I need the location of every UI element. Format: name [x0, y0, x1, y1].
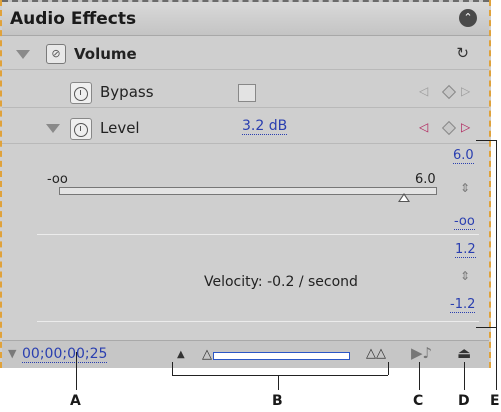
callout-line-a — [76, 352, 77, 390]
callout-line-e — [496, 140, 497, 390]
prev-keyframe-icon[interactable]: ◁ — [419, 120, 428, 134]
callout-line-b — [278, 375, 279, 390]
callout-line-b — [388, 362, 389, 375]
level-label: Level — [100, 119, 140, 137]
zoom-slider-track[interactable] — [213, 352, 350, 360]
graph-max-value: 6.0 — [453, 148, 474, 164]
divider — [37, 321, 479, 322]
callout-label-d: D — [458, 393, 470, 409]
level-value[interactable]: 3.2 dB — [242, 118, 288, 135]
prev-keyframe-icon[interactable]: ◁ — [419, 84, 428, 98]
bypass-checkbox[interactable] — [238, 84, 256, 102]
zoom-out-icon[interactable]: ▲ — [177, 349, 185, 360]
panel-header: Audio Effects ⌃ — [2, 0, 489, 36]
callout-line-e — [476, 327, 496, 328]
audio-effects-panel: Audio Effects ⌃ ⊘ Volume ↻ Bypass ◁ ▷ Le… — [0, 0, 491, 368]
play-audio-icon[interactable]: ▶♪ — [411, 344, 432, 362]
graph-min-value: -oo — [454, 214, 475, 230]
add-keyframe-icon[interactable] — [441, 84, 457, 100]
velocity-min-value: -1.2 — [450, 297, 476, 313]
timecode-display[interactable]: 00;00;00;25 — [22, 346, 108, 363]
callout-label-b: B — [272, 393, 283, 409]
callout-line-c — [419, 362, 420, 390]
timecode-marker-icon: ▼ — [8, 347, 17, 360]
velocity-spinner-icon[interactable]: ⇕ — [460, 269, 470, 283]
callout-line-e — [476, 140, 496, 141]
slider-min-label: -oo — [47, 172, 68, 187]
zoom-slider-thumb[interactable]: △ — [202, 347, 212, 362]
fx-toggle-icon[interactable]: ⊘ — [46, 44, 66, 64]
export-icon[interactable]: ⏏ — [457, 344, 471, 362]
next-keyframe-icon[interactable]: ▷ — [461, 84, 470, 98]
velocity-max-value: 1.2 — [455, 242, 476, 258]
panel-title: Audio Effects — [10, 9, 137, 29]
divider — [37, 234, 479, 235]
effect-name: Volume — [74, 45, 137, 63]
zoom-in-icon[interactable]: △△ — [366, 346, 386, 361]
effect-row-volume: ⊘ Volume ↻ — [2, 38, 489, 70]
value-spinner-icon[interactable]: ⇕ — [460, 181, 470, 195]
property-row-bypass: Bypass ◁ ▷ — [2, 76, 489, 108]
bypass-label: Bypass — [100, 83, 154, 101]
collapse-panel-icon[interactable]: ⌃ — [459, 9, 477, 27]
callout-line-b — [172, 362, 173, 375]
callout-label-a: A — [70, 393, 81, 409]
reset-icon[interactable]: ↻ — [456, 44, 469, 62]
callout-line-b — [172, 375, 388, 376]
slider-max-label: 6.0 — [415, 172, 436, 187]
callout-label-e: E — [490, 393, 500, 409]
expand-triangle-icon[interactable] — [46, 124, 60, 133]
callout-label-c: C — [413, 393, 424, 409]
next-keyframe-icon[interactable]: ▷ — [461, 120, 470, 134]
value-slider-thumb[interactable] — [398, 193, 410, 202]
expand-triangle-icon[interactable] — [16, 50, 30, 59]
property-row-level: Level 3.2 dB ◁ ▷ — [2, 112, 489, 144]
stopwatch-icon[interactable] — [70, 118, 92, 140]
callout-line-d — [464, 362, 465, 390]
stopwatch-icon[interactable] — [70, 82, 92, 104]
velocity-readout: Velocity: -0.2 / second — [204, 274, 358, 290]
add-keyframe-icon[interactable] — [441, 120, 457, 136]
value-slider-track[interactable] — [59, 187, 437, 195]
